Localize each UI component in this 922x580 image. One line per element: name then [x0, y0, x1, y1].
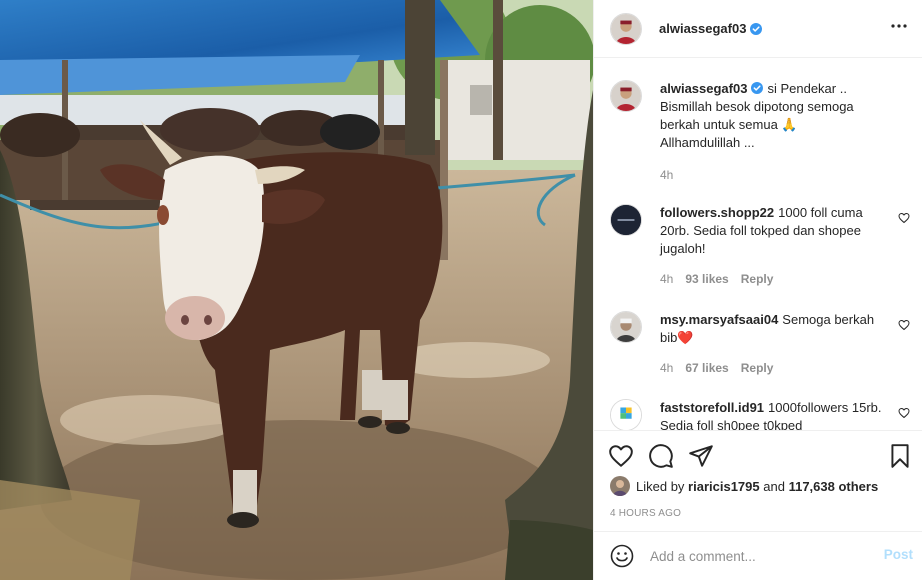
- add-comment-bar: Post: [594, 531, 922, 580]
- commenter-avatar[interactable]: [610, 399, 642, 430]
- caption-author-avatar[interactable]: [610, 80, 642, 112]
- post-comment-button[interactable]: Post: [884, 547, 913, 562]
- caption-line: Allhamdulillah ...: [660, 135, 755, 150]
- comment-meta: 4h 93 likes Reply: [660, 270, 882, 288]
- reply-button[interactable]: Reply: [741, 359, 774, 377]
- liker-avatar[interactable]: [610, 476, 630, 496]
- commenter-username[interactable]: followers.shopp22: [660, 205, 774, 220]
- caption-line: berkah untuk semua 🙏: [660, 117, 798, 132]
- comment-meta: 4h 67 likes Reply: [660, 359, 882, 377]
- comment-emoji: ❤️: [677, 330, 694, 345]
- caption-username[interactable]: alwiassegaf03: [660, 81, 747, 96]
- caption-time[interactable]: 4h: [660, 166, 673, 184]
- comment-body: followers.shopp22 1000 foll cuma 20rb. Se…: [660, 204, 882, 288]
- comment-item: followers.shopp22 1000 foll cuma 20rb. Se…: [610, 204, 910, 288]
- emoji-icon[interactable]: [610, 544, 634, 568]
- verified-badge-icon: [751, 82, 764, 94]
- liker-username[interactable]: riaricis1795: [688, 479, 760, 494]
- comment-time[interactable]: 4h: [660, 359, 673, 377]
- header-username-row: alwiassegaf03: [659, 21, 763, 36]
- action-bar: [594, 430, 922, 480]
- likes-connector: and: [763, 478, 785, 494]
- comment-body: msy.marsyafsaai04 Semoga berkah bib❤️ 4h …: [660, 311, 882, 377]
- post-side-panel: alwiassegaf03 alwiassegaf03 si Pendekar …: [593, 0, 922, 580]
- bookmark-icon[interactable]: [887, 443, 913, 469]
- instagram-post: alwiassegaf03 alwiassegaf03 si Pendekar …: [0, 0, 922, 580]
- verified-badge-icon: [750, 22, 763, 35]
- post-timestamp[interactable]: 4 HOURS AGO: [610, 508, 681, 519]
- caption-line: si Pendekar ..: [767, 81, 847, 96]
- post-photo[interactable]: [0, 0, 593, 580]
- caption: alwiassegaf03 si Pendekar .. Bismillah be…: [610, 80, 910, 184]
- comment-likes[interactable]: 67 likes: [685, 359, 728, 377]
- small-heart-icon[interactable]: [898, 407, 910, 419]
- likes-summary: Liked by riaricis1795 and 117,638 others: [610, 476, 878, 496]
- commenter-avatar[interactable]: [610, 204, 642, 236]
- author-username[interactable]: alwiassegaf03: [659, 21, 746, 36]
- cow-photo-image: [0, 0, 593, 580]
- commenter-username[interactable]: msy.marsyafsaai04: [660, 312, 778, 327]
- comment-body: faststorefoll.id91 1000followers 15rb. Se…: [660, 399, 882, 430]
- commenter-username[interactable]: faststorefoll.id91: [660, 400, 764, 415]
- comment-item: faststorefoll.id91 1000followers 15rb. Se…: [610, 399, 910, 430]
- comment-input[interactable]: [650, 548, 870, 564]
- small-heart-icon[interactable]: [898, 212, 910, 224]
- author-avatar[interactable]: [610, 12, 642, 45]
- comment-item: msy.marsyafsaai04 Semoga berkah bib❤️ 4h …: [610, 311, 910, 377]
- more-options-icon[interactable]: [887, 14, 911, 38]
- small-heart-icon[interactable]: [898, 319, 910, 331]
- comments-list[interactable]: alwiassegaf03 si Pendekar .. Bismillah be…: [594, 58, 922, 430]
- post-header: alwiassegaf03: [594, 0, 922, 58]
- likes-prefix: Liked by: [636, 478, 685, 494]
- commenter-avatar[interactable]: [610, 311, 642, 343]
- reply-button[interactable]: Reply: [741, 270, 774, 288]
- heart-icon[interactable]: [608, 443, 634, 469]
- likes-others-link[interactable]: 117,638 others: [789, 479, 879, 494]
- comment-time[interactable]: 4h: [660, 270, 673, 288]
- comment-likes[interactable]: 93 likes: [685, 270, 728, 288]
- comment-icon[interactable]: [648, 443, 674, 469]
- caption-meta: 4h: [660, 166, 882, 184]
- caption-body: alwiassegaf03 si Pendekar .. Bismillah be…: [660, 80, 882, 184]
- caption-line: Bismillah besok dipotong semoga: [660, 99, 854, 114]
- share-icon[interactable]: [688, 443, 714, 469]
